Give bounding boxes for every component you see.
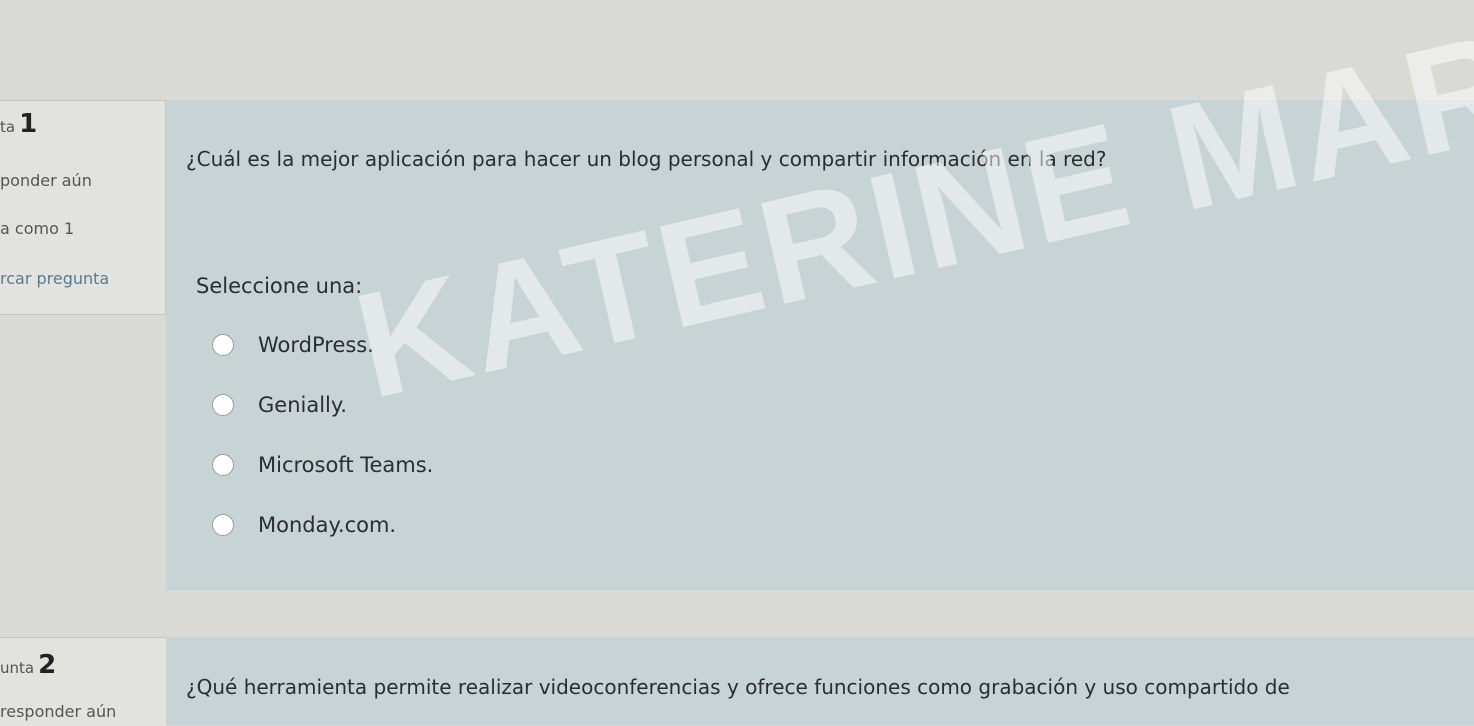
question-1-mark: a como 1 (0, 219, 75, 238)
radio-button[interactable] (212, 334, 234, 356)
option-wordpress[interactable]: WordPress. (212, 330, 374, 360)
radio-button[interactable] (212, 454, 234, 476)
option-label: Monday.com. (258, 513, 397, 537)
option-monday[interactable]: Monday.com. (212, 510, 396, 540)
question-number: 1 (19, 109, 38, 139)
question-2-content: ¿Qué herramienta permite realizar videoc… (166, 637, 1474, 725)
option-label: WordPress. (258, 333, 374, 357)
option-microsoft-teams[interactable]: Microsoft Teams. (212, 450, 433, 480)
question-2-status: responder aún (0, 702, 117, 721)
option-genially[interactable]: Genially. (212, 390, 347, 420)
option-label: Genially. (258, 393, 347, 417)
question-1-number: ta 1 (0, 109, 37, 139)
question-1-status: ponder aún (0, 171, 92, 190)
select-one-label: Seleccione una: (196, 274, 363, 298)
option-label: Microsoft Teams. (258, 453, 434, 477)
radio-button[interactable] (212, 514, 234, 536)
question-2-number: unta 2 (0, 650, 56, 680)
question-2-text: ¿Qué herramienta permite realizar videoc… (186, 675, 1290, 699)
question-2-info: unta 2 responder aún (0, 637, 166, 726)
radio-button[interactable] (212, 394, 234, 416)
question-label: ta (0, 118, 16, 136)
flag-question-link[interactable]: rcar pregunta (0, 269, 109, 288)
question-label: unta (0, 659, 35, 677)
question-number: 2 (38, 650, 57, 680)
question-1-info: ta 1 ponder aún a como 1 rcar pregunta (0, 100, 166, 315)
